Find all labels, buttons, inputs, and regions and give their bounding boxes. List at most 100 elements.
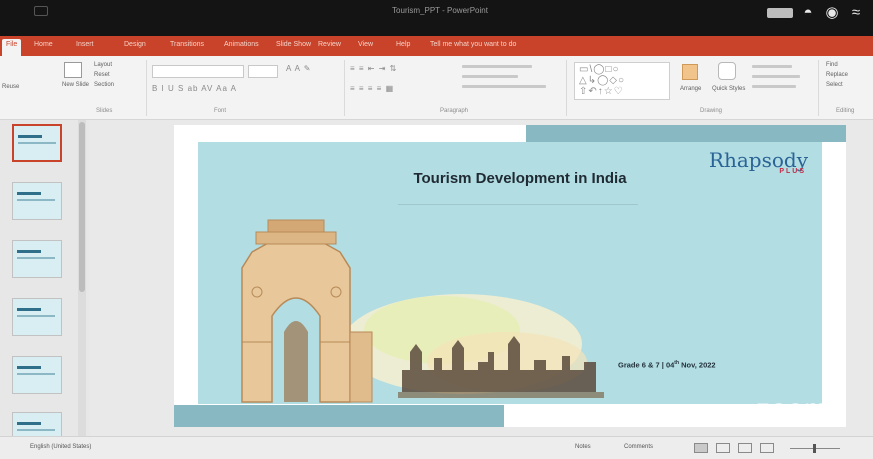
footer-main: Grade 6 & 7 | 04 <box>618 360 675 370</box>
text-direction-button[interactable] <box>462 65 532 68</box>
tab-animations[interactable]: Animations <box>224 41 259 48</box>
divider <box>146 60 147 116</box>
slide-sorter-button[interactable] <box>716 443 730 453</box>
list-buttons[interactable]: ≡ ≡ ⇤ ⇥ ⇅ <box>350 64 397 73</box>
tab-help[interactable]: Help <box>396 41 410 48</box>
shape-effects-button[interactable] <box>752 85 796 88</box>
scrollbar-thumb[interactable] <box>79 122 85 292</box>
font-name-input[interactable] <box>152 65 244 78</box>
thumb-text-line <box>17 257 55 259</box>
shape-fill-button[interactable] <box>752 65 792 68</box>
footer-tail: Nov, 2022 <box>679 360 716 370</box>
title-bar: Tourism_PPT - PowerPoint ◓ ◉ ≈ <box>0 0 873 36</box>
smartart-button[interactable] <box>462 85 546 88</box>
align-text-button[interactable] <box>462 75 518 78</box>
decorative-band-bottom <box>174 405 504 427</box>
thumbnail-scrollbar[interactable] <box>78 120 86 436</box>
quick-styles-button[interactable]: Quick Styles <box>712 86 745 92</box>
record-icon[interactable]: ◉ <box>823 4 841 22</box>
shapes-gallery[interactable]: ▭\◯□○ △↳◯◇○ ⇧↶↑☆♡ <box>574 62 670 100</box>
tab-file[interactable]: File <box>2 39 22 56</box>
arrange-icon[interactable] <box>682 64 698 80</box>
ribbon-tab-bar: File Home Insert Design Transitions Anim… <box>0 36 873 56</box>
divider <box>344 60 345 116</box>
shape-outline-button[interactable] <box>752 75 800 78</box>
language-status[interactable]: English (United States) <box>30 444 91 450</box>
gate-cornice <box>255 231 337 245</box>
slide-thumbnail-5[interactable] <box>12 356 62 394</box>
thumb-text-line <box>17 199 55 201</box>
reuse-slides-button[interactable]: Reuse <box>2 84 19 90</box>
slide-content-panel: Tourism Development in India Rhapsody PL… <box>198 142 822 404</box>
gate-side-wing <box>349 331 373 403</box>
india-gate-illustration <box>241 219 604 403</box>
tell-me-search[interactable]: Tell me what you want to do <box>430 41 516 48</box>
new-slide-icon[interactable] <box>64 62 82 78</box>
reading-view-button[interactable] <box>738 443 752 453</box>
font-format-buttons[interactable]: B I U S ab AV Aa A <box>152 84 237 93</box>
save-icon[interactable] <box>34 6 48 16</box>
title-underline <box>398 204 638 205</box>
tab-design[interactable]: Design <box>124 41 146 48</box>
slide-footer-text[interactable]: Grade 6 & 7 | 04th Nov, 2022 <box>618 360 716 370</box>
decorative-band-top <box>526 125 846 142</box>
drawing-group-label: Drawing <box>700 108 723 114</box>
tab-transitions[interactable]: Transitions <box>170 41 204 48</box>
thumb-title-line <box>17 192 41 195</box>
tab-insert[interactable]: Insert <box>76 41 94 48</box>
slideshow-view-button[interactable] <box>760 443 774 453</box>
window-title: Tourism_PPT - PowerPoint <box>392 6 488 15</box>
font-size-input[interactable] <box>248 65 278 78</box>
thumb-title-line <box>17 422 41 425</box>
shapes-row-icon: △↳◯◇○ <box>579 75 625 86</box>
font-size-buttons[interactable]: A A ✎ <box>286 64 312 73</box>
headphones-icon[interactable]: ◓ <box>799 4 817 22</box>
slide-thumbnail-pane <box>0 120 90 450</box>
slide-editor-area: Tourism Development in India Rhapsody PL… <box>90 120 873 436</box>
align-buttons[interactable]: ≡ ≡ ≡ ≡ ▦ <box>350 84 394 93</box>
thumb-title-line <box>17 366 41 369</box>
thumb-text-line <box>17 373 55 375</box>
zoom-status-pill <box>767 8 793 18</box>
section-button[interactable]: Section <box>94 82 114 88</box>
replace-button[interactable]: Replace <box>826 72 848 78</box>
current-slide[interactable]: Tourism Development in India Rhapsody PL… <box>174 125 846 427</box>
normal-view-button[interactable] <box>694 443 708 453</box>
status-bar: English (United States) Notes Comments <box>0 436 873 459</box>
slide-thumbnail-3[interactable] <box>12 240 62 278</box>
tab-slide-show[interactable]: Slide Show <box>276 41 311 48</box>
paragraph-group-label: Paragraph <box>440 108 469 114</box>
shapes-row-icon: ▭\◯□○ <box>579 64 620 75</box>
slide-title[interactable]: Tourism Development in India <box>370 170 670 187</box>
select-button[interactable]: Select <box>826 82 843 88</box>
find-button[interactable]: Find <box>826 62 838 68</box>
quick-styles-icon[interactable] <box>718 62 736 80</box>
skyline-ground <box>398 392 604 398</box>
slide-thumbnail-1[interactable] <box>12 124 62 162</box>
slide-thumbnail-4[interactable] <box>12 298 62 336</box>
shapes-row-icon: ⇧↶↑☆♡ <box>579 86 624 97</box>
thumb-title-line <box>18 135 42 138</box>
tab-review[interactable]: Review <box>318 41 341 48</box>
comments-button[interactable]: Comments <box>624 444 653 450</box>
arrange-button[interactable]: Arrange <box>680 86 701 92</box>
new-slide-button[interactable]: New Slide <box>62 82 89 88</box>
reset-button[interactable]: Reset <box>94 72 110 78</box>
tab-home[interactable]: Home <box>34 41 53 48</box>
slide-thumbnail-2[interactable] <box>12 182 62 220</box>
divider <box>566 60 567 116</box>
editing-group-label: Editing <box>836 108 855 114</box>
tab-view[interactable]: View <box>358 41 373 48</box>
slides-group-label: Slides <box>96 108 113 114</box>
ribbon-home: Reuse New Slide Layout Reset Section Sli… <box>0 56 873 120</box>
zoom-controls: ◓ ◉ ≈ <box>767 4 865 22</box>
rhapsody-logo: Rhapsody PLUS <box>709 148 808 175</box>
powerpoint-window: Tourism_PPT - PowerPoint ◓ ◉ ≈ File Home… <box>0 0 873 459</box>
zoom-slider-knob[interactable] <box>813 444 816 453</box>
gate-inner-arch <box>284 321 308 402</box>
gate-top <box>267 219 325 233</box>
layout-button[interactable]: Layout <box>94 62 112 68</box>
notes-button[interactable]: Notes <box>575 444 591 450</box>
zoom-watermark: zoom <box>756 393 829 424</box>
font-group-label: Font <box>214 108 227 114</box>
